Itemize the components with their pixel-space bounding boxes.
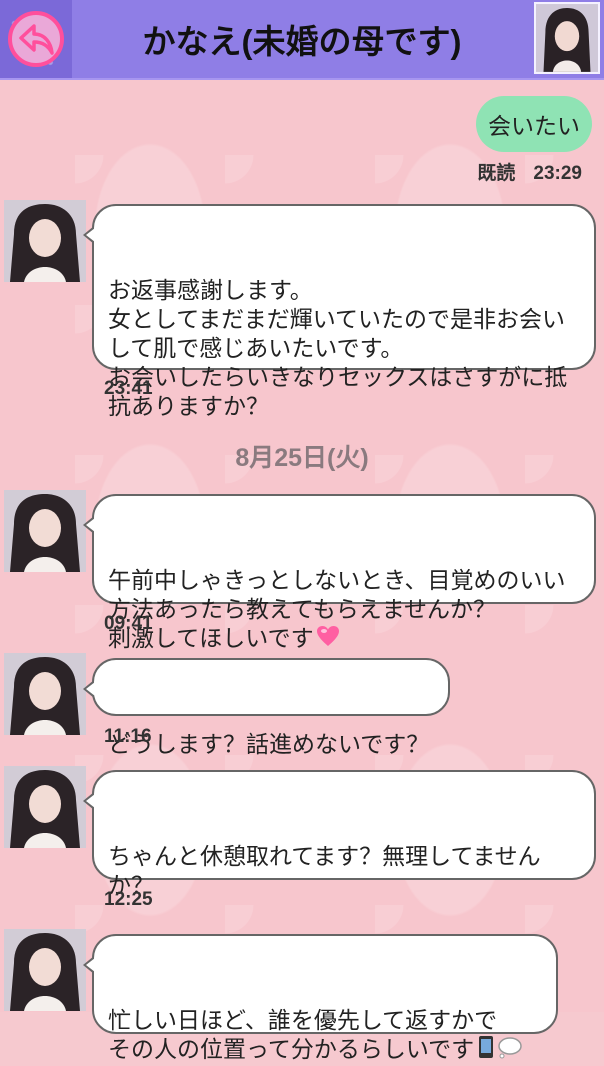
date-separator: 8月25日(火): [235, 444, 369, 472]
bubble-tail: [83, 680, 95, 698]
bubble-tail: [83, 516, 95, 534]
sent-time: 23:29: [533, 163, 582, 184]
received-message-bubble[interactable]: ちゃんと休憩取れてます？無理してません か？: [83, 770, 596, 898]
read-label: 既読: [477, 163, 516, 184]
sent-message-bubble[interactable]: 会いたい: [476, 96, 592, 152]
pink-heart-icon: [316, 625, 340, 654]
message-time: 11:16: [104, 726, 152, 747]
avatar[interactable]: [4, 490, 86, 572]
message-time: 09:41: [104, 613, 153, 634]
message-text: ちゃんと休憩取れてます？無理してません か？: [108, 843, 541, 898]
read-status: 既読 23:29: [477, 158, 582, 185]
received-message-bubble[interactable]: どうします？話進めないです？: [83, 658, 450, 757]
avatar[interactable]: [4, 653, 86, 735]
message-text: どうします？話進めないです？: [108, 731, 430, 757]
avatar[interactable]: [4, 766, 86, 848]
message-text: お返事感謝します。 女としてまだまだ輝いていたので是非お会い して肌で感じあいた…: [108, 277, 568, 419]
back-arrow-icon: [8, 11, 64, 67]
phone-speech-icon: [476, 1035, 524, 1066]
page-title: かなえ(未婚の母です): [142, 23, 462, 60]
header-avatar[interactable]: [534, 2, 600, 74]
bubble-tail: [83, 226, 95, 244]
received-message-bubble[interactable]: 忙しい日ほど、誰を優先して返すかで その人の位置って分かるらしいです: [83, 934, 558, 1062]
bubble-tail: [83, 792, 95, 810]
avatar[interactable]: [4, 200, 86, 282]
back-button[interactable]: [0, 0, 72, 78]
message-text: 忙しい日ほど、誰を優先して返すかで その人の位置って分かるらしいです: [108, 1007, 498, 1062]
message-time: 12:25: [104, 889, 153, 910]
avatar[interactable]: [4, 929, 86, 1011]
received-message-bubble[interactable]: お返事感謝します。 女としてまだまだ輝いていたので是非お会い して肌で感じあいた…: [83, 204, 596, 419]
received-message-bubble[interactable]: 午前中しゃきっとしないとき、目覚めのいい 方法あったら教えてもらえませんか？ 刺…: [83, 494, 596, 651]
bubble-tail: [83, 956, 95, 974]
chat-header: かなえ(未婚の母です): [0, 0, 604, 80]
message-time: 23:41: [104, 378, 153, 399]
message-list[interactable]: 会いたい 既読 23:29 お返事感謝します。 女としてまだまだ輝いていたので是非…: [0, 80, 604, 1062]
